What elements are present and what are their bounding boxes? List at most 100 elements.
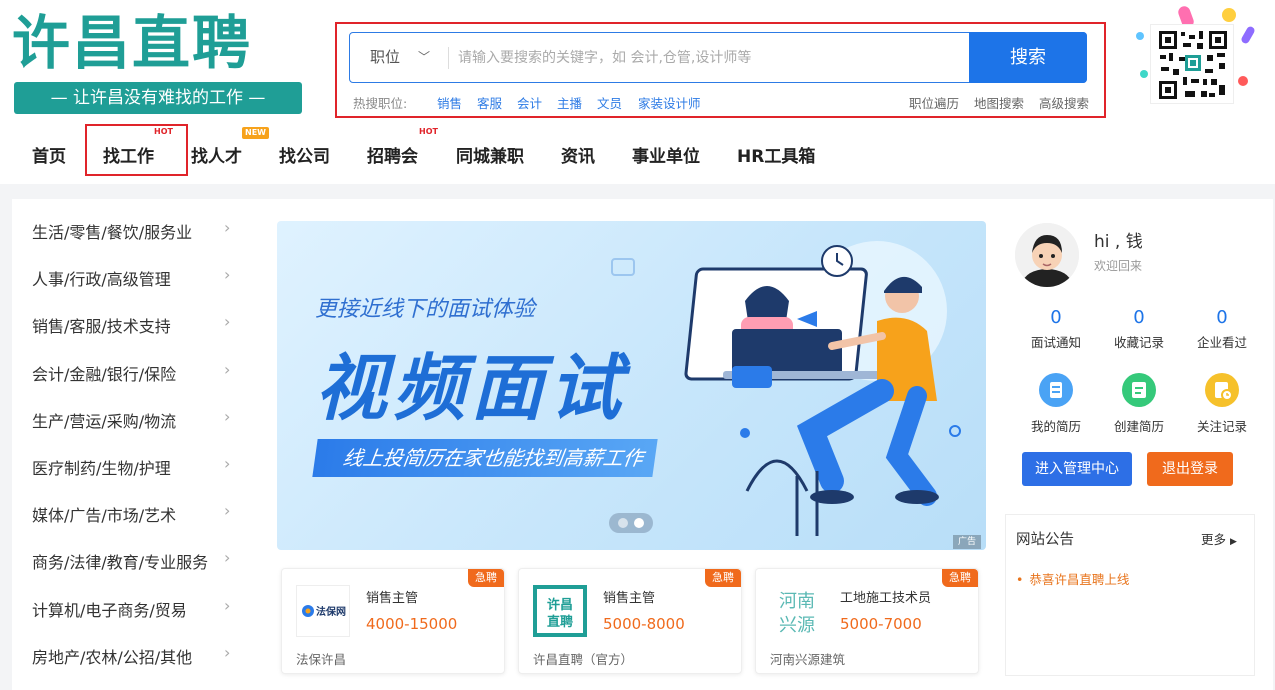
job-salary: 4000-15000 — [366, 615, 458, 633]
search-button[interactable]: 搜索 — [969, 32, 1087, 83]
job-company: 许昌直聘（官方） — [533, 652, 634, 667]
carousel-dot[interactable] — [618, 518, 628, 528]
interview-notice-link[interactable]: 面试通知 — [1016, 332, 1096, 351]
banner-subtitle: 更接近线下的面试体验 — [315, 297, 536, 322]
nav-part-time[interactable]: 同城兼职 — [456, 142, 524, 167]
favorites-count[interactable]: 0 — [1099, 307, 1179, 328]
search-box: 职位 ﹀ 搜索 — [349, 32, 1087, 83]
nav-find-company[interactable]: 找公司 — [279, 142, 330, 167]
main-nav: 首页 找工作 HOT 找人才 NEW 找公司 招聘会 HOT 同城兼职 资讯 事… — [0, 127, 1275, 176]
chevron-right-icon: › — [224, 407, 231, 426]
notice-item-text: 恭喜许昌直聘上线 — [1029, 572, 1130, 587]
interview-count[interactable]: 0 — [1016, 307, 1096, 328]
category-item[interactable]: 医疗制药/生物/护理 — [32, 455, 171, 479]
notice-more-link[interactable]: 更多 ▶ — [1201, 529, 1237, 548]
company-viewed-link[interactable]: 企业看过 — [1182, 332, 1262, 351]
category-item[interactable]: 生产/营运/采购/物流 — [32, 408, 176, 432]
avatar[interactable] — [1015, 223, 1079, 287]
category-item[interactable]: 人事/行政/高级管理 — [32, 266, 171, 290]
hot-term[interactable]: 销售 — [437, 94, 462, 114]
manage-center-button[interactable]: 进入管理中心 — [1022, 452, 1132, 486]
search-type-select[interactable]: 职位 ﹀ — [370, 33, 442, 82]
banner-tagline: 线上投简历在家也能找到高薪工作 — [312, 439, 658, 477]
ad-label: 广告 — [953, 535, 981, 549]
job-title: 工地施工技术员 — [840, 591, 932, 606]
new-badge: NEW — [242, 127, 269, 139]
follow-record-icon[interactable] — [1205, 373, 1239, 407]
hot-term[interactable]: 会计 — [517, 94, 542, 114]
chevron-right-icon: › — [224, 454, 231, 473]
nav-home[interactable]: 首页 — [32, 142, 66, 167]
hot-term[interactable]: 客服 — [477, 94, 502, 114]
decoration — [1240, 25, 1256, 45]
resume-icon[interactable] — [1039, 373, 1073, 407]
create-resume-icon[interactable] — [1122, 373, 1156, 407]
browse-jobs-link[interactable]: 职位遍历 — [909, 94, 959, 114]
chevron-right-icon: › — [224, 360, 231, 379]
chevron-right-icon: › — [224, 643, 231, 662]
favorites-link[interactable]: 收藏记录 — [1099, 332, 1179, 351]
hot-term[interactable]: 文员 — [597, 94, 622, 114]
user-panel: hi , 钱 欢迎回来 0 面试通知 0 收藏记录 0 企业看过 我的简历 创建… — [1008, 199, 1261, 509]
advanced-search-link[interactable]: 高级搜索 — [1039, 94, 1089, 114]
category-item[interactable]: 计算机/电子商务/贸易 — [32, 597, 187, 621]
map-search-link[interactable]: 地图搜索 — [974, 94, 1024, 114]
follow-record-link[interactable]: 关注记录 — [1182, 416, 1262, 435]
chevron-right-icon: › — [224, 218, 231, 237]
category-item[interactable]: 商务/法律/教育/专业服务 — [32, 549, 208, 573]
job-company: 法保许昌 — [296, 652, 347, 667]
nav-hr-toolbox[interactable]: HR工具箱 — [737, 142, 815, 167]
nav-public-institution[interactable]: 事业单位 — [632, 142, 700, 167]
job-salary: 5000-8000 — [603, 615, 685, 633]
carousel-dot-active[interactable] — [634, 518, 644, 528]
my-resume-link[interactable]: 我的简历 — [1016, 416, 1096, 435]
nav-job-fair[interactable]: 招聘会 — [367, 142, 418, 167]
main-content: 生活/零售/餐饮/服务业 › 人事/行政/高级管理 › 销售/客服/技术支持 ›… — [12, 199, 1273, 690]
hot-term[interactable]: 家装设计师 — [638, 94, 701, 114]
create-resume-link[interactable]: 创建简历 — [1099, 416, 1179, 435]
viewed-count[interactable]: 0 — [1182, 307, 1262, 328]
category-item[interactable]: 房地产/农林/公招/其他 — [32, 644, 192, 668]
svg-text:河南: 河南 — [779, 591, 815, 612]
hot-search-label: 热搜职位: — [353, 96, 408, 111]
chevron-right-icon: › — [224, 501, 231, 520]
site-logo[interactable]: 许昌直聘 — 让许昌没有难找的工作 — — [12, 8, 304, 114]
urgent-job-card[interactable]: 法保网 急聘 销售主管 4000-15000 法保许昌 — [281, 568, 505, 674]
chevron-down-icon: ﹀ — [418, 50, 431, 64]
svg-text:许昌: 许昌 — [547, 597, 573, 613]
decoration — [1140, 70, 1148, 78]
nav-news[interactable]: 资讯 — [561, 142, 595, 167]
company-logo-text: 法保网 — [316, 605, 346, 618]
hot-term[interactable]: 主播 — [557, 94, 582, 114]
category-item[interactable]: 生活/零售/餐饮/服务业 — [32, 219, 192, 243]
carousel-indicator — [609, 513, 653, 533]
urgent-badge: 急聘 — [468, 569, 504, 587]
more-label: 更多 — [1201, 532, 1227, 547]
company-logo: 法保网 — [296, 585, 350, 637]
site-notice: 网站公告 更多 ▶ • 恭喜许昌直聘上线 — [1005, 514, 1255, 676]
job-company: 河南兴源建筑 — [770, 652, 846, 667]
search-input[interactable] — [458, 42, 958, 74]
notice-item[interactable]: • 恭喜许昌直聘上线 — [1016, 569, 1129, 588]
site-header: 许昌直聘 — 让许昌没有难找的工作 — 职位 ﹀ 搜索 热搜职位: 销售 客服 … — [0, 0, 1275, 184]
qr-code — [1150, 24, 1234, 104]
logo-slogan: — 让许昌没有难找的工作 — — [14, 82, 302, 114]
chevron-right-icon: › — [224, 312, 231, 331]
category-item[interactable]: 媒体/广告/市场/艺术 — [32, 502, 176, 526]
logo-title: 许昌直聘 — [12, 9, 253, 77]
category-item[interactable]: 销售/客服/技术支持 — [32, 313, 171, 337]
chevron-right-icon: › — [224, 596, 231, 615]
svg-text:兴源: 兴源 — [779, 615, 815, 636]
chevron-right-icon: › — [224, 548, 231, 567]
urgent-job-card[interactable]: 许昌 直聘 急聘 销售主管 5000-8000 许昌直聘（官方） — [518, 568, 742, 674]
logout-button[interactable]: 退出登录 — [1147, 452, 1233, 486]
notice-title: 网站公告 — [1016, 532, 1074, 548]
job-salary: 5000-7000 — [840, 615, 922, 633]
category-item[interactable]: 会计/金融/银行/保险 — [32, 361, 176, 385]
promo-banner[interactable]: 更接近线下的面试体验 视频面试 线上投简历在家也能找到高薪工作 广告 — [277, 221, 986, 550]
welcome-text: 欢迎回来 — [1094, 259, 1143, 273]
company-logo: 河南 兴源 — [770, 585, 824, 637]
urgent-job-card[interactable]: 河南 兴源 急聘 工地施工技术员 5000-7000 河南兴源建筑 — [755, 568, 979, 674]
nav-find-talent[interactable]: 找人才 — [191, 142, 242, 167]
svg-text:直聘: 直聘 — [547, 614, 573, 630]
